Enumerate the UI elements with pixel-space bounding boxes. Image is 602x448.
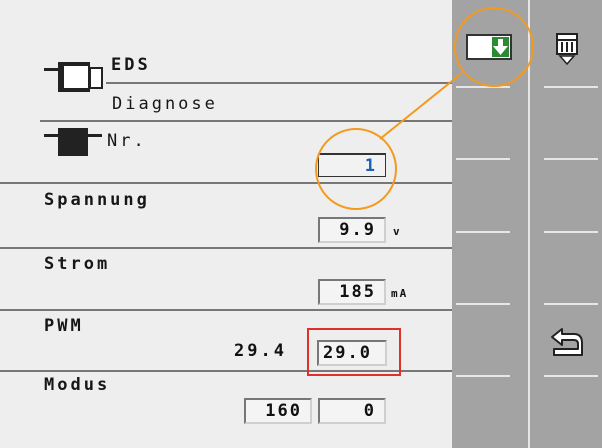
empty-softkey[interactable] (530, 160, 602, 231)
diagnosis-screen: EDS Diagnose Nr. 1 Spannung 9.9 v Strom … (0, 0, 452, 448)
spannung-value-box: 9.9 (318, 217, 386, 243)
softkey-separator (544, 231, 598, 233)
empty-softkey[interactable] (530, 377, 602, 448)
back-softkey[interactable] (530, 305, 602, 376)
page-subtitle: Diagnose (112, 94, 218, 114)
empty-softkey[interactable] (530, 88, 602, 159)
nr-label: Nr. (107, 131, 147, 151)
return-icon (551, 328, 583, 356)
spannung-value: 9.9 (339, 220, 376, 240)
callout-circle-save (454, 7, 534, 87)
divider (0, 309, 452, 311)
pwm-highlight-box (307, 328, 401, 376)
divider (106, 82, 452, 84)
connector-icon (556, 33, 578, 66)
modus-value1: 160 (265, 401, 302, 421)
empty-softkey[interactable] (452, 377, 526, 448)
modus-value2: 0 (363, 401, 376, 421)
modus-label: Modus (44, 375, 111, 395)
empty-softkey[interactable] (452, 88, 526, 159)
divider (40, 120, 452, 122)
pwm-label: PWM (44, 316, 84, 336)
strom-value-box: 185 (318, 279, 386, 305)
spannung-unit: v (393, 225, 402, 238)
divider (0, 247, 452, 249)
module-icon (44, 128, 102, 156)
implement-icon (44, 62, 103, 92)
modus-value1-box: 160 (244, 398, 312, 424)
strom-value: 185 (339, 282, 376, 302)
strom-unit: mA (391, 287, 409, 300)
callout-circle-nr (315, 128, 397, 210)
spannung-label: Spannung (44, 190, 150, 210)
empty-softkey[interactable] (452, 233, 526, 304)
page-title: EDS (111, 55, 151, 75)
empty-softkey[interactable] (452, 160, 526, 231)
modus-value2-input[interactable]: 0 (318, 398, 386, 424)
device-softkey[interactable] (530, 10, 602, 81)
empty-softkey[interactable] (452, 305, 526, 376)
strom-label: Strom (44, 254, 111, 274)
pwm-actual-value: 29.4 (234, 341, 287, 361)
